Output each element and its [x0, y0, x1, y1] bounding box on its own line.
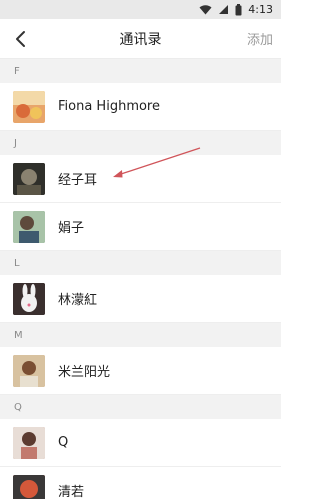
avatar — [13, 426, 45, 459]
contact-name: Q — [58, 435, 69, 450]
contact-name: 娟子 — [58, 221, 85, 236]
avatar — [13, 474, 45, 499]
section-header-j: J — [0, 131, 281, 155]
contact-row[interactable]: Fiona Highmore — [0, 83, 281, 131]
avatar — [13, 282, 45, 315]
page-title: 通讯录 — [119, 31, 162, 48]
contact-name: 林濛紅 — [58, 293, 98, 308]
avatar — [13, 162, 45, 195]
contact-name: 经子耳 — [58, 173, 98, 188]
section-header-f: F — [0, 59, 281, 83]
avatar — [13, 90, 45, 123]
section-header-l: L — [0, 251, 281, 275]
contact-list: F Fiona Highmore J 经子耳 娟子 L 林濛紅 M 米兰阳光 Q — [0, 59, 281, 499]
section-header-m: M — [0, 323, 281, 347]
contact-row[interactable]: 经子耳 — [0, 155, 281, 203]
contact-row[interactable]: 米兰阳光 — [0, 347, 281, 395]
back-button[interactable] — [8, 27, 32, 51]
add-button[interactable]: 添加 — [247, 29, 273, 48]
app-header: 通讯录 添加 — [0, 19, 281, 59]
contact-name: 清若 — [58, 485, 85, 499]
avatar — [13, 210, 45, 243]
contact-row[interactable]: 清若 — [0, 467, 281, 499]
section-header-q: Q — [0, 395, 281, 419]
status-time: 4:13 — [248, 3, 273, 16]
contact-row[interactable]: 林濛紅 — [0, 275, 281, 323]
status-bar: 4:13 — [0, 0, 281, 19]
contact-name: 米兰阳光 — [58, 365, 111, 380]
battery-icon — [235, 3, 242, 15]
contact-row[interactable]: 娟子 — [0, 203, 281, 251]
contact-row[interactable]: Q — [0, 419, 281, 467]
chevron-left-icon — [16, 31, 25, 47]
wifi-icon — [199, 5, 212, 15]
avatar — [13, 354, 45, 387]
cellular-signal-icon — [219, 5, 229, 14]
contact-name: Fiona Highmore — [58, 99, 160, 114]
